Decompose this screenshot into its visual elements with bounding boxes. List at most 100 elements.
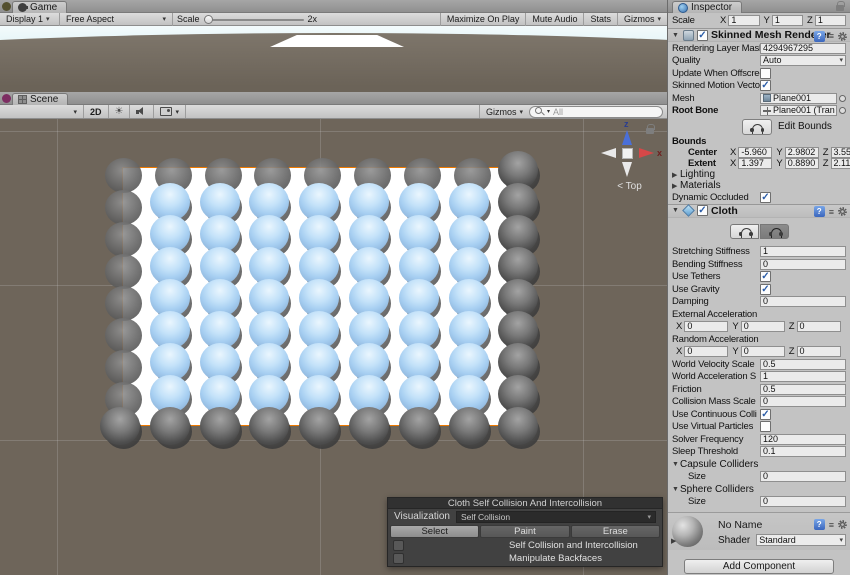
- component-header-skinned-mesh-renderer[interactable]: ▼ ✓ Skinned Mesh Renderer ? ≡: [668, 28, 850, 42]
- stretching-stiffness-field[interactable]: 1: [760, 246, 846, 257]
- use-gravity-checkbox[interactable]: ✓: [760, 284, 771, 295]
- help-icon[interactable]: ?: [814, 206, 825, 217]
- tab-inspector[interactable]: Inspector: [672, 1, 742, 13]
- rand-accel-y-field[interactable]: 0: [741, 346, 785, 357]
- presets-icon[interactable]: ≡: [829, 520, 834, 530]
- cloth-vertex[interactable]: [100, 407, 140, 445]
- cloth-vertex[interactable]: [498, 407, 538, 445]
- view-orientation-label[interactable]: < Top: [592, 181, 667, 192]
- skinned-motion-vectors-checkbox[interactable]: ✓: [760, 80, 771, 91]
- use-continuous-collision-checkbox[interactable]: ✓: [760, 409, 771, 420]
- foldout-arrow-icon[interactable]: ▶: [671, 537, 679, 545]
- scene-search-input[interactable]: ▾ All: [529, 106, 663, 118]
- presets-icon[interactable]: ≡: [829, 31, 834, 41]
- edit-self-collision-button[interactable]: [760, 224, 789, 239]
- sphere-colliders-foldout[interactable]: ▼ Sphere Colliders: [668, 483, 850, 496]
- ext-accel-y-field[interactable]: 0: [741, 321, 785, 332]
- rand-accel-x-field[interactable]: 0: [684, 346, 728, 357]
- use-virtual-particles-checkbox[interactable]: [760, 421, 771, 432]
- gear-icon[interactable]: [838, 520, 847, 529]
- solver-frequency-field[interactable]: 120: [760, 434, 846, 445]
- draw-mode-dropdown[interactable]: ▾: [0, 105, 84, 118]
- foldout-arrow-icon[interactable]: ▼: [672, 207, 680, 214]
- world-acceleration-scale-field[interactable]: 1: [760, 371, 846, 382]
- extent-x-field[interactable]: 1.397: [738, 158, 772, 169]
- stats-button[interactable]: Stats: [583, 13, 617, 26]
- axis-x-cone[interactable]: [639, 148, 654, 158]
- scale-x-field[interactable]: 1: [728, 15, 759, 26]
- center-y-field[interactable]: 2.9802: [785, 147, 819, 158]
- add-component-button[interactable]: Add Component: [684, 559, 834, 574]
- edit-constraints-button[interactable]: [730, 224, 759, 239]
- axis-z-cone[interactable]: [622, 130, 632, 145]
- materials-foldout[interactable]: ▶ Materials: [668, 180, 850, 191]
- mute-audio-button[interactable]: Mute Audio: [525, 13, 583, 26]
- extent-y-field[interactable]: 0.8890: [785, 158, 819, 169]
- scene-gizmos-dropdown[interactable]: Gizmos▾: [479, 105, 529, 118]
- help-icon[interactable]: ?: [814, 31, 825, 42]
- tab-paint[interactable]: Paint: [480, 525, 569, 538]
- presets-icon[interactable]: ≡: [829, 207, 834, 217]
- component-header-cloth[interactable]: ▼ ✓ Cloth ? ≡: [668, 204, 850, 218]
- rendering-layer-mask-field[interactable]: 4294967295: [760, 43, 846, 54]
- cloth-vertex[interactable]: [249, 407, 289, 445]
- effects-dropdown[interactable]: ▾: [154, 105, 186, 118]
- rand-accel-z-field[interactable]: 0: [797, 346, 841, 357]
- scene-viewport[interactable]: z x < Top Cloth Self Collision And Inter…: [0, 119, 667, 575]
- gear-icon[interactable]: [838, 207, 847, 216]
- window-title[interactable]: Cloth Self Collision And Intercollision: [388, 498, 662, 509]
- center-z-field[interactable]: 3.5527: [831, 147, 850, 158]
- root-bone-object-field[interactable]: Plane001 (Tran: [760, 105, 837, 116]
- scale-slider[interactable]: [204, 13, 304, 26]
- gear-icon[interactable]: [838, 32, 847, 41]
- audio-toggle-button[interactable]: [130, 105, 154, 118]
- use-tethers-checkbox[interactable]: ✓: [760, 271, 771, 282]
- cloth-vertex[interactable]: [200, 407, 240, 445]
- collision-mass-scale-field[interactable]: 0: [760, 396, 846, 407]
- capsule-colliders-size-field[interactable]: 0: [760, 471, 846, 482]
- help-icon[interactable]: ?: [814, 519, 825, 530]
- quality-dropdown[interactable]: Auto ▾: [760, 55, 846, 66]
- component-enabled-checkbox[interactable]: ✓: [697, 205, 708, 216]
- cloth-vertex[interactable]: [349, 407, 389, 445]
- tab-erase[interactable]: Erase: [571, 525, 660, 538]
- lock-icon[interactable]: [836, 5, 844, 11]
- lighting-foldout[interactable]: ▶ Lighting: [668, 169, 850, 180]
- axis-cone[interactable]: [601, 148, 616, 158]
- tab-scene[interactable]: Scene: [12, 93, 68, 105]
- damping-field[interactable]: 0: [760, 296, 846, 307]
- lighting-toggle-button[interactable]: ☀: [109, 105, 131, 118]
- sphere-colliders-size-field[interactable]: 0: [760, 496, 846, 507]
- shader-dropdown[interactable]: Standard ▾: [756, 534, 846, 546]
- tab-select[interactable]: Select: [390, 525, 479, 538]
- update-when-offscreen-checkbox[interactable]: [760, 68, 771, 79]
- object-picker-icon[interactable]: [839, 107, 846, 114]
- slider-knob[interactable]: [204, 15, 213, 24]
- tab-game[interactable]: Game: [12, 1, 67, 13]
- mesh-object-field[interactable]: Plane001: [760, 93, 837, 104]
- game-gizmos-dropdown[interactable]: Gizmos▾: [617, 13, 667, 26]
- capsule-colliders-foldout[interactable]: ▼ Capsule Colliders: [668, 458, 850, 471]
- center-x-field[interactable]: -5.960: [738, 147, 772, 158]
- foldout-arrow-icon[interactable]: ▼: [672, 32, 680, 39]
- ext-accel-z-field[interactable]: 0: [797, 321, 841, 332]
- display-dropdown[interactable]: Display 1▾: [0, 13, 60, 26]
- bending-stiffness-field[interactable]: 0: [760, 259, 846, 270]
- cloth-vertex[interactable]: [449, 407, 489, 445]
- scale-z-field[interactable]: 1: [815, 15, 846, 26]
- edit-bounds-button[interactable]: [742, 119, 772, 135]
- cloth-vertex[interactable]: [299, 407, 339, 445]
- self-collision-checkbox[interactable]: [393, 540, 404, 551]
- manipulate-backfaces-checkbox[interactable]: [393, 553, 404, 564]
- world-velocity-scale-field[interactable]: 0.5: [760, 359, 846, 370]
- cloth-vertex[interactable]: [150, 407, 190, 445]
- friction-field[interactable]: 0.5: [760, 384, 846, 395]
- extent-z-field[interactable]: 2.1195: [831, 158, 850, 169]
- scale-y-field[interactable]: 1: [772, 15, 803, 26]
- visualization-dropdown[interactable]: Self Collision ▾: [456, 511, 656, 523]
- dynamic-occluded-checkbox[interactable]: ✓: [760, 192, 771, 203]
- 2d-toggle-button[interactable]: 2D: [84, 105, 109, 118]
- lock-icon[interactable]: [646, 128, 654, 134]
- axis-cone[interactable]: [622, 162, 632, 177]
- maximize-on-play-button[interactable]: Maximize On Play: [440, 13, 526, 26]
